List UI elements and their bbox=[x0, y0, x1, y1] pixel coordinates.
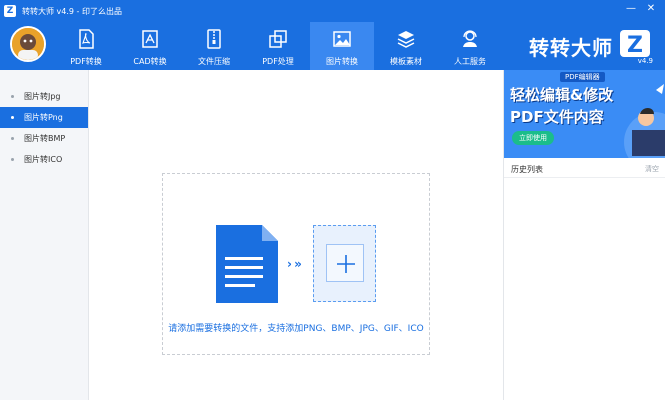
pdf-file-icon bbox=[79, 29, 94, 49]
brand-z-icon: Z bbox=[620, 30, 650, 58]
nav-pdf-process[interactable]: PDF处理 bbox=[246, 22, 310, 70]
arrow-right-icon: › » bbox=[287, 257, 302, 271]
nav-image-convert[interactable]: 图片转换 bbox=[310, 22, 374, 70]
nav-label: 文件压缩 bbox=[198, 57, 230, 66]
history-title: 历史列表 bbox=[511, 165, 543, 174]
sidebar-item-to-bmp[interactable]: 图片转BMP bbox=[0, 128, 88, 149]
nav-label: PDF处理 bbox=[262, 57, 294, 66]
add-file-inner bbox=[326, 244, 364, 282]
app-window: Z 转转大师 v4.9 - 印了么出品 — ✕ PDF转换 CAD转换 文件压缩… bbox=[0, 0, 665, 400]
layers-icon bbox=[397, 31, 415, 48]
nav-file-compress[interactable]: 文件压缩 bbox=[182, 22, 246, 70]
nav-templates[interactable]: 模板素材 bbox=[374, 22, 438, 70]
sidebar-item-to-png[interactable]: 图片转Png bbox=[0, 107, 88, 128]
ad-use-now-button[interactable]: 立即使用 bbox=[512, 131, 554, 145]
nav-cad-convert[interactable]: CAD转换 bbox=[118, 22, 182, 70]
title-bar: Z 转转大师 v4.9 - 印了么出品 bbox=[4, 4, 122, 18]
nav-label: 模板素材 bbox=[390, 57, 422, 66]
ad-tag: PDF编辑器 bbox=[560, 72, 605, 82]
avatar-image bbox=[12, 28, 44, 60]
nav-label: PDF转换 bbox=[70, 57, 102, 66]
sidebar-list: 图片转Jpg 图片转Png 图片转BMP 图片转ICO bbox=[0, 70, 88, 170]
sidebar-item-to-jpg[interactable]: 图片转Jpg bbox=[0, 86, 88, 107]
image-icon bbox=[333, 31, 351, 47]
header-bar: Z 转转大师 v4.9 - 印了么出品 — ✕ PDF转换 CAD转换 文件压缩… bbox=[0, 0, 665, 70]
document-icon bbox=[216, 225, 278, 303]
user-avatar[interactable] bbox=[10, 26, 46, 62]
app-logo-icon: Z bbox=[4, 5, 16, 17]
main-nav: PDF转换 CAD转换 文件压缩 PDF处理 图片转换 模板素材 人工服务 bbox=[54, 22, 502, 70]
nav-support[interactable]: 人工服务 bbox=[438, 22, 502, 70]
brand-badge: Z v4.9 bbox=[619, 29, 653, 65]
nav-pdf-convert[interactable]: PDF转换 bbox=[54, 22, 118, 70]
add-file-button[interactable] bbox=[313, 225, 376, 302]
close-button[interactable]: ✕ bbox=[643, 2, 659, 16]
nav-label: CAD转换 bbox=[133, 57, 167, 66]
ad-banner-pdf-editor[interactable]: PDF编辑器 轻松编辑&修改 PDF文件内容 立即使用 bbox=[504, 70, 665, 158]
support-agent-icon bbox=[463, 30, 477, 47]
plus-icon bbox=[337, 255, 355, 273]
right-panel: PDF编辑器 轻松编辑&修改 PDF文件内容 立即使用 历史列表 清空 bbox=[503, 70, 665, 400]
brand-name: 转转大师 bbox=[529, 35, 613, 60]
left-sidebar: 图片转Jpg 图片转Png 图片转BMP 图片转ICO bbox=[0, 70, 89, 400]
history-clear-button[interactable]: 清空 bbox=[645, 164, 659, 174]
cad-icon bbox=[142, 30, 158, 48]
nav-label: 人工服务 bbox=[454, 57, 486, 66]
window-title: 转转大师 v4.9 - 印了么出品 bbox=[22, 6, 122, 16]
history-header: 历史列表 清空 bbox=[504, 158, 665, 178]
main-content: › » 请添加需要转换的文件，支持添加PNG、BMP、JPG、GIF、ICO bbox=[89, 70, 503, 400]
supported-formats-hint: 请添加需要转换的文件，支持添加PNG、BMP、JPG、GIF、ICO bbox=[168, 324, 424, 334]
pdf-process-icon bbox=[269, 30, 287, 48]
version-label: v4.9 bbox=[637, 57, 653, 65]
ad-headline-2: PDF文件内容 bbox=[510, 108, 604, 126]
window-controls: — ✕ bbox=[623, 2, 659, 16]
zip-icon bbox=[207, 29, 221, 49]
brand-logo: 转转大师 Z v4.9 bbox=[529, 28, 653, 65]
ad-headline-1: 轻松编辑&修改 bbox=[510, 86, 614, 104]
brand-badge-letter: Z bbox=[627, 33, 643, 58]
file-drop-zone[interactable]: › » 请添加需要转换的文件，支持添加PNG、BMP、JPG、GIF、ICO bbox=[162, 173, 430, 355]
nav-label: 图片转换 bbox=[326, 57, 358, 66]
sidebar-item-to-ico[interactable]: 图片转ICO bbox=[0, 149, 88, 170]
minimize-button[interactable]: — bbox=[623, 2, 639, 16]
